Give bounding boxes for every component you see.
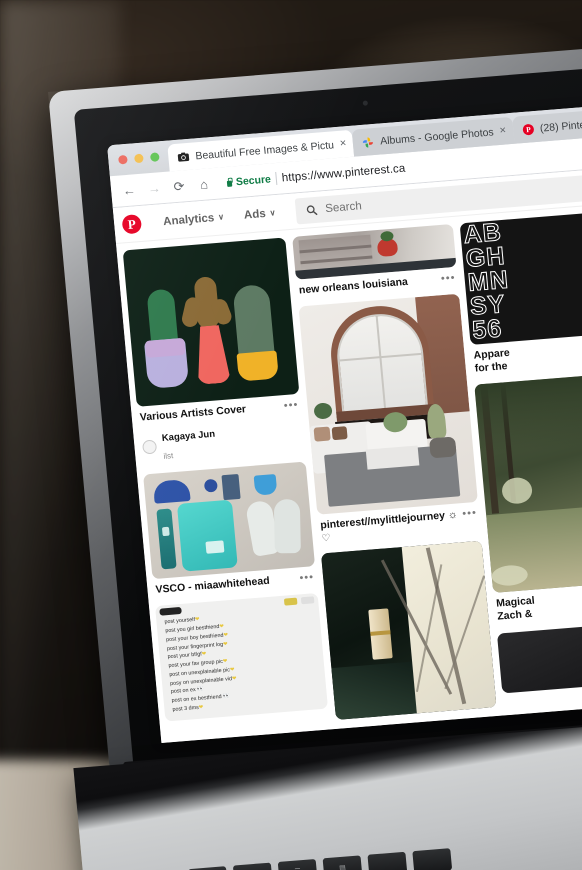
pin-author-sub: ilst xyxy=(163,451,174,461)
pin-card[interactable]: Various Artists Cover ••• Kagaya Jun ils… xyxy=(122,237,305,465)
pin-grid: Various Artists Cover ••• Kagaya Jun ils… xyxy=(116,199,582,743)
browser-tab-2-title: Albums - Google Photos xyxy=(379,125,495,147)
laptop-lid: Beautiful Free Images & Pictu × Albums -… xyxy=(48,42,582,770)
browser-tab-3[interactable]: P (28) Pinterest xyxy=(511,109,582,144)
loft-living-room-photo[interactable] xyxy=(298,293,478,515)
nav-item-analytics-label: Analytics xyxy=(162,211,215,228)
blue-flatlay-photo[interactable] xyxy=(143,461,316,580)
nav-item-ads[interactable]: Ads ∨ xyxy=(233,206,286,222)
pin-title: new orleans louisiana xyxy=(298,275,409,297)
pin-card[interactable]: post yourself❤ post you girl bestfriend❤… xyxy=(155,593,329,722)
key-f1[interactable]: ☀ xyxy=(188,866,228,870)
key-f6[interactable] xyxy=(412,848,453,870)
pinterest-logo[interactable]: P xyxy=(121,213,143,235)
pin-author-name: Kagaya Jun xyxy=(161,428,216,445)
dark-photo[interactable] xyxy=(496,620,582,693)
pin-card[interactable]: VSCO - miaawhitehead ••• xyxy=(143,461,317,598)
header-left-blob xyxy=(159,607,182,616)
browser-tab-3-title: (28) Pinterest xyxy=(539,117,582,135)
avatar xyxy=(141,439,158,455)
pin-title: Magical Zach & xyxy=(495,594,536,623)
key-f5[interactable] xyxy=(367,851,408,870)
home-button[interactable]: ⌂ xyxy=(191,171,217,197)
omnibox-divider xyxy=(275,171,278,185)
pinterest-page: P Analytics ∨ Ads ∨ Search Various Artis… xyxy=(112,163,582,743)
cactus-illustration[interactable] xyxy=(122,237,300,407)
camera-icon xyxy=(177,151,190,162)
key-f3[interactable]: ☰ xyxy=(277,858,318,870)
reload-button[interactable]: ⟳ xyxy=(166,173,192,199)
pin-menu-icon[interactable]: ••• xyxy=(440,272,456,285)
security-label: Secure xyxy=(235,172,272,188)
header-badge xyxy=(300,596,315,605)
keyboard-function-row: esc ☀ ☀ ☰ ▤ xyxy=(143,848,453,870)
pinterest-icon: P xyxy=(522,123,534,135)
typography-poster[interactable]: AB GH MN SY 56 xyxy=(459,210,582,345)
post-list-screenshot[interactable]: post yourself❤ post you girl bestfriend❤… xyxy=(155,593,329,722)
browser-tab-1-close-icon[interactable]: × xyxy=(339,137,347,149)
minimize-window-button[interactable] xyxy=(134,153,144,164)
pin-card[interactable]: pinterest//mylittlejourney ☼ ••• ♡ xyxy=(298,293,480,545)
pin-card[interactable]: AB GH MN SY 56 Appare for the xyxy=(459,210,582,376)
key-f4[interactable]: ▤ xyxy=(322,855,363,870)
pin-card[interactable] xyxy=(320,540,497,721)
pin-title: VSCO - miaawhitehead xyxy=(155,574,271,597)
forest-photo[interactable] xyxy=(474,371,582,594)
chevron-down-icon: ∨ xyxy=(269,208,276,218)
browser-tab-2-close-icon[interactable]: × xyxy=(499,124,507,136)
google-photos-icon xyxy=(363,136,374,147)
maximize-window-button[interactable] xyxy=(149,152,160,162)
pin-menu-icon[interactable]: ••• xyxy=(283,399,299,412)
pin-card[interactable] xyxy=(496,620,582,693)
laptop: Beautiful Free Images & Pictu × Albums -… xyxy=(48,42,582,870)
chevron-down-icon: ∨ xyxy=(217,212,225,222)
close-window-button[interactable] xyxy=(118,154,128,165)
key-f2[interactable]: ☀ xyxy=(232,862,273,870)
search-icon xyxy=(306,204,317,215)
header-badge xyxy=(283,597,298,606)
window-controls xyxy=(115,141,170,176)
pin-card[interactable]: Magical Zach & xyxy=(474,371,582,624)
pin-title: Appare for the xyxy=(473,346,511,375)
back-button[interactable]: ← xyxy=(116,177,142,203)
marble-slabs-photo[interactable] xyxy=(320,540,497,721)
security-indicator[interactable]: Secure xyxy=(225,173,271,189)
url-text: https://www.pinterest.ca xyxy=(281,162,406,184)
lock-icon xyxy=(226,177,234,187)
nav-item-ads-label: Ads xyxy=(243,207,267,222)
chrome-browser-window: Beautiful Free Images & Pictu × Albums -… xyxy=(107,100,582,743)
nav-item-analytics[interactable]: Analytics ∨ xyxy=(153,210,235,228)
pin-menu-icon[interactable]: ••• xyxy=(299,571,315,584)
pin-menu-icon[interactable]: ••• xyxy=(462,507,478,520)
sparkle-icon: ☼ xyxy=(447,508,458,522)
search-placeholder: Search xyxy=(324,199,363,215)
pin-card[interactable]: new orleans louisiana ••• xyxy=(292,223,458,298)
forward-button[interactable]: → xyxy=(141,175,167,201)
screen-bezel: Beautiful Free Images & Pictu × Albums -… xyxy=(73,63,582,768)
browser-tab-1-title: Beautiful Free Images & Pictu xyxy=(194,138,335,162)
